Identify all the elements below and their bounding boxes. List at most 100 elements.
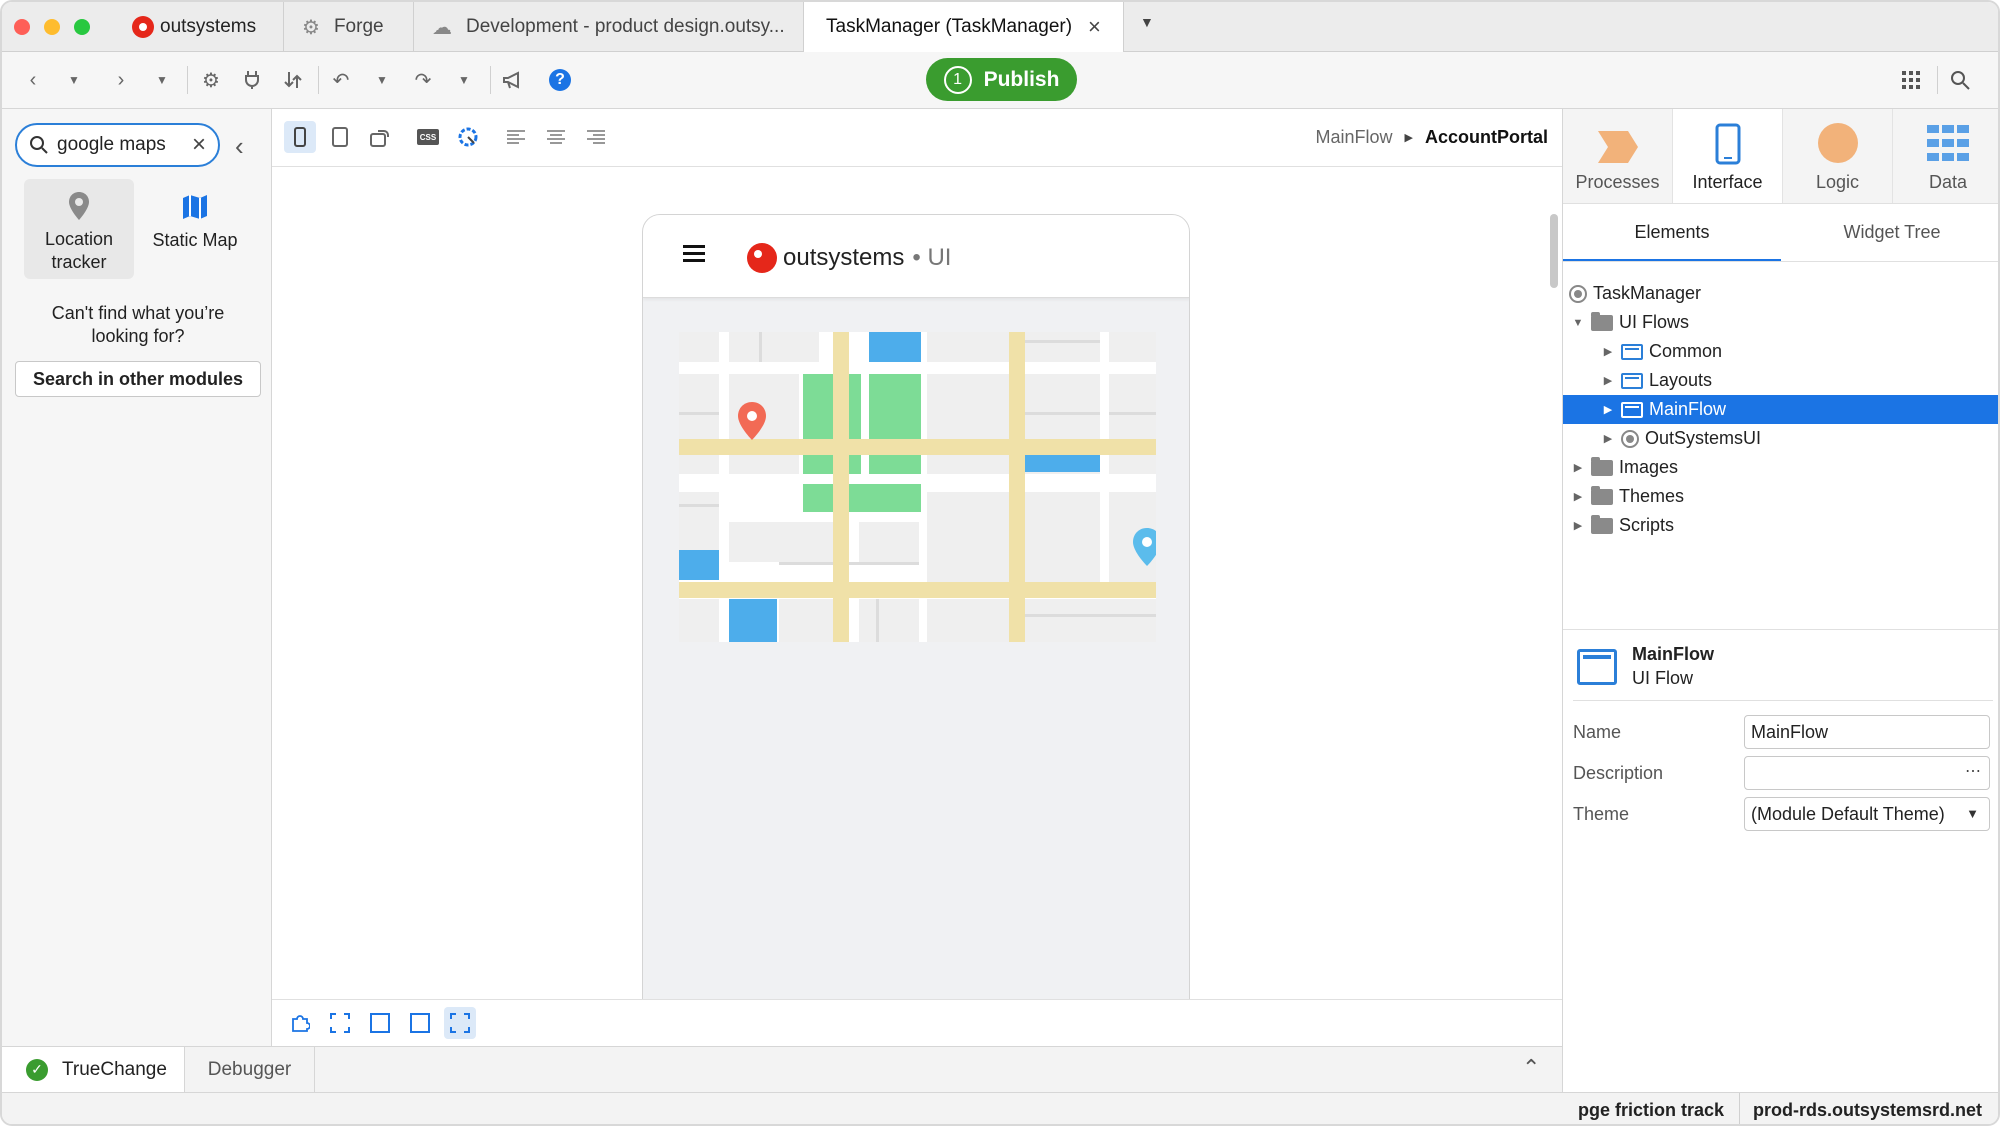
breadcrumb: MainFlow ▶ AccountPortal	[1315, 127, 1548, 148]
collapsed-caret-icon[interactable]: ▶	[1571, 519, 1585, 532]
select-area-icon[interactable]	[324, 1007, 356, 1039]
fullscreen-icon[interactable]	[444, 1007, 476, 1039]
theme-palette-icon[interactable]	[452, 121, 484, 153]
folder-open-icon	[1591, 311, 1613, 331]
tab-forge[interactable]: ⚙ Forge	[284, 2, 414, 52]
settings-gear-icon[interactable]: ⚙	[197, 66, 225, 94]
plug-icon[interactable]	[238, 66, 266, 94]
brand-name: outsystems	[783, 244, 905, 271]
tab-logic[interactable]: Logic	[1783, 109, 1893, 203]
brand-suffix: • UI	[912, 244, 952, 271]
map-image	[679, 332, 1156, 642]
tree-item-mainflow[interactable]: ▶ MainFlow	[1563, 395, 1998, 424]
tab-data[interactable]: Data	[1893, 109, 1998, 203]
tab-label: outsystems	[160, 16, 257, 37]
container-box-icon[interactable]	[364, 1007, 396, 1039]
compare-merge-icon[interactable]	[279, 66, 307, 94]
collapsed-caret-icon[interactable]: ▶	[1601, 403, 1615, 416]
breadcrumb-screen[interactable]: AccountPortal	[1425, 127, 1548, 148]
status-user: pge friction track	[1577, 1100, 1724, 1120]
tree-item-taskmanager[interactable]: TaskManager	[1563, 279, 1998, 308]
expanded-caret-icon[interactable]: ▼	[1571, 317, 1585, 329]
breadcrumb-flow[interactable]: MainFlow	[1315, 127, 1392, 148]
tree-item-ui-flows[interactable]: ▼ UI Flows	[1563, 308, 1998, 337]
global-search-icon[interactable]	[1946, 66, 1974, 94]
collapse-panel-chevron-left-icon[interactable]: ‹	[235, 131, 244, 162]
clear-search-icon[interactable]: ×	[192, 131, 206, 159]
hamburger-menu-icon[interactable]	[683, 245, 705, 263]
canvas-scrollbar[interactable]	[1550, 214, 1558, 288]
collapsed-caret-icon[interactable]: ▶	[1601, 345, 1615, 358]
name-input[interactable]: MainFlow	[1744, 715, 1990, 749]
checkmark-icon: ✓	[26, 1058, 48, 1081]
name-label: Name	[1573, 722, 1622, 742]
tab-label: TrueChange	[62, 1058, 167, 1080]
tab-development[interactable]: ☁ Development - product design.outsy...	[414, 2, 804, 52]
tree-item-scripts[interactable]: ▶ Scripts	[1563, 511, 1998, 540]
collapsed-caret-icon[interactable]: ▶	[1601, 432, 1615, 445]
back-arrow-icon[interactable]: ‹	[19, 66, 47, 94]
tab-overflow-chevron-down-icon[interactable]: ▼	[1140, 14, 1154, 30]
redo-history-chevron-down-icon[interactable]: ▼	[450, 66, 478, 94]
close-window-button[interactable]	[14, 19, 30, 35]
tab-truechange[interactable]: ✓ TrueChange	[2, 1047, 185, 1092]
align-center-icon[interactable]	[540, 121, 572, 153]
description-input[interactable]: ⋯	[1744, 756, 1990, 790]
redo-icon[interactable]: ↷	[409, 66, 437, 94]
back-history-chevron-down-icon[interactable]: ▼	[60, 66, 88, 94]
maximize-window-button[interactable]	[74, 19, 90, 35]
ui-flow-icon	[1621, 343, 1643, 360]
data-table-icon	[1927, 125, 1969, 161]
more-options-icon[interactable]: ⋯	[1965, 761, 1981, 781]
undo-icon[interactable]: ↶	[327, 66, 355, 94]
subtab-elements[interactable]: Elements	[1563, 203, 1781, 261]
collapsed-caret-icon[interactable]: ▶	[1571, 461, 1585, 474]
search-other-modules-button[interactable]: Search in other modules	[15, 361, 261, 397]
tab-taskmanager[interactable]: TaskManager (TaskManager) ×	[804, 2, 1124, 52]
tab-outsystems[interactable]: outsystems	[114, 2, 284, 52]
theme-select[interactable]: (Module Default Theme) ▼	[1744, 797, 1990, 831]
widget-static-map[interactable]: Static Map	[140, 179, 250, 279]
tree-item-themes[interactable]: ▶ Themes	[1563, 482, 1998, 511]
widget-label: Location tracker	[44, 229, 114, 272]
align-right-icon[interactable]	[580, 121, 612, 153]
ui-flow-icon	[1621, 401, 1643, 418]
apps-grid-icon[interactable]	[1897, 66, 1925, 94]
publish-button[interactable]: 1 Publish	[926, 58, 1077, 101]
collapsed-caret-icon[interactable]: ▶	[1601, 374, 1615, 387]
tab-interface[interactable]: Interface	[1673, 109, 1783, 203]
widget-search-field[interactable]: google maps ×	[15, 123, 220, 167]
processes-icon	[1597, 131, 1638, 163]
expand-panel-chevron-up-icon[interactable]: ⌃	[1522, 1055, 1540, 1081]
tab-label: Debugger	[207, 1058, 292, 1080]
rotate-orientation-icon[interactable]	[364, 121, 396, 153]
block-box-icon[interactable]	[404, 1007, 436, 1039]
close-icon[interactable]: ×	[1088, 14, 1101, 40]
widget-location-tracker[interactable]: Location tracker	[24, 179, 134, 279]
mobile-device-preview[interactable]: outsystems • UI	[642, 214, 1190, 1004]
help-icon[interactable]: ?	[546, 66, 574, 94]
collapsed-caret-icon[interactable]: ▶	[1571, 490, 1585, 503]
static-map-widget[interactable]	[679, 332, 1156, 642]
minimize-window-button[interactable]	[44, 19, 60, 35]
phone-preview-icon[interactable]	[284, 121, 316, 153]
folder-icon	[1591, 485, 1613, 505]
no-results-hint: Can't find what you’re looking for?	[51, 303, 225, 346]
forward-history-chevron-down-icon[interactable]: ▼	[148, 66, 176, 94]
subtab-widget-tree[interactable]: Widget Tree	[1783, 203, 1998, 261]
align-left-icon[interactable]	[500, 121, 532, 153]
tab-debugger[interactable]: Debugger	[185, 1047, 315, 1092]
tab-processes[interactable]: Processes	[1563, 109, 1673, 203]
tree-item-outsystemsui[interactable]: ▶ OutSystemsUI	[1563, 424, 1998, 453]
tree-item-images[interactable]: ▶ Images	[1563, 453, 1998, 482]
megaphone-icon[interactable]	[499, 66, 527, 94]
search-input[interactable]: google maps	[57, 134, 166, 156]
undo-history-chevron-down-icon[interactable]: ▼	[368, 66, 396, 94]
forward-arrow-icon[interactable]: ›	[107, 66, 135, 94]
widget-puzzle-icon[interactable]	[284, 1007, 316, 1039]
tablet-preview-icon[interactable]	[324, 121, 356, 153]
tree-item-layouts[interactable]: ▶ Layouts	[1563, 366, 1998, 395]
chevron-down-icon: ▼	[1966, 806, 1979, 821]
tree-item-common[interactable]: ▶ Common	[1563, 337, 1998, 366]
css-editor-icon[interactable]: CSS	[412, 121, 444, 153]
